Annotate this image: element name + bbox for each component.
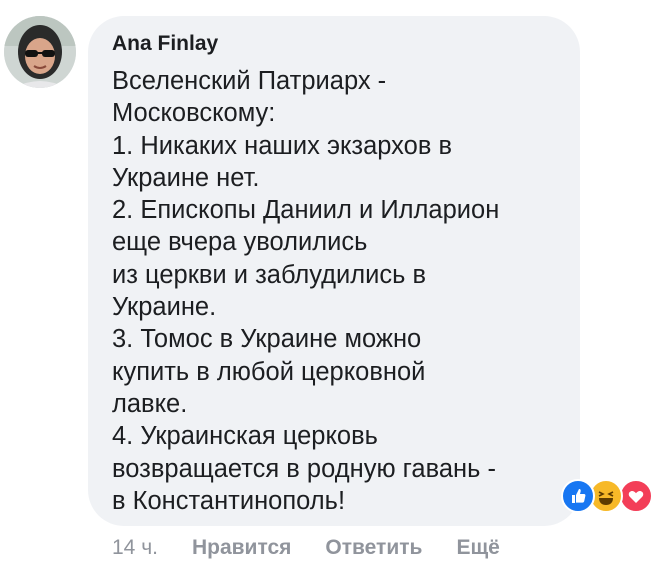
comment-actions: 14 ч. Нравится Ответить Ещё: [112, 536, 500, 560]
avatar[interactable]: [4, 16, 76, 88]
comment-text: Вселенский Патриарх - Московскому: 1. Ни…: [112, 67, 500, 515]
reactions-summary[interactable]: [561, 478, 654, 513]
love-icon: [619, 479, 653, 513]
like-icon: [561, 479, 595, 513]
reply-link[interactable]: Ответить: [325, 536, 422, 560]
like-link[interactable]: Нравится: [192, 536, 291, 560]
comment-timestamp[interactable]: 14 ч.: [112, 536, 158, 560]
more-link[interactable]: Ещё: [456, 536, 499, 560]
avatar-photo: [4, 16, 76, 88]
comment-bubble: Ana Finlay Вселенский Патриарх - Московс…: [88, 16, 580, 526]
comment-author[interactable]: Ana Finlay: [112, 32, 218, 56]
